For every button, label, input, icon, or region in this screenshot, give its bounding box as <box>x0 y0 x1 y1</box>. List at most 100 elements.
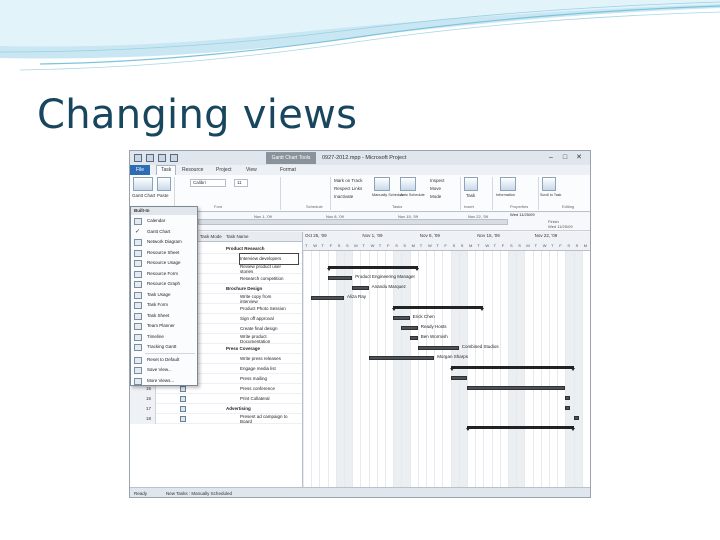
view-menu-item[interactable]: ✓ Gantt Chart <box>131 227 197 238</box>
task-name[interactable]: Research competition <box>240 274 298 284</box>
task-bar[interactable] <box>573 416 579 420</box>
redo-icon[interactable] <box>170 154 178 162</box>
mark-on-track-button[interactable]: Mark on Track <box>334 178 363 183</box>
task-bar[interactable] <box>401 326 418 330</box>
view-menu-item[interactable]: Resource Graph <box>131 279 197 290</box>
auto-schedule-button[interactable] <box>400 177 416 191</box>
table-row[interactable]: 18 Present ad campaign to Board <box>130 414 302 424</box>
scroll-to-task-button[interactable] <box>542 177 556 191</box>
summary-task-bar[interactable] <box>392 306 485 311</box>
view-menu-item[interactable]: Resource Usage <box>131 258 197 269</box>
task-name-text: Brochure Design <box>226 286 263 291</box>
task-name[interactable]: Write press releases <box>240 354 298 364</box>
task-bar[interactable] <box>417 346 459 350</box>
task-name[interactable]: Sign off approval <box>240 314 298 324</box>
information-button[interactable] <box>500 177 516 191</box>
undo-icon[interactable] <box>158 154 166 162</box>
task-name[interactable]: Engage media list <box>240 364 298 374</box>
summary-task-bar[interactable] <box>449 366 575 371</box>
summary-task-bar[interactable] <box>326 266 419 271</box>
view-menu-item[interactable]: Network Diagram <box>131 237 197 248</box>
task-bar[interactable] <box>352 286 369 290</box>
task-name[interactable]: Review product user stories <box>240 264 298 274</box>
task-mode-header[interactable]: Task Mode <box>200 232 222 242</box>
view-menu-item-label: Calendar <box>147 218 166 223</box>
task-mode-icon <box>180 386 186 392</box>
view-menu-item[interactable]: Reset to Default <box>131 355 197 366</box>
gantt-gridline <box>549 251 550 487</box>
ribbon-separator <box>330 177 331 210</box>
task-bar[interactable] <box>565 406 571 410</box>
tab-resource[interactable]: Resource <box>182 165 203 175</box>
inactivate-button[interactable]: Inactivate <box>334 194 353 199</box>
insert-task-button[interactable] <box>464 177 478 191</box>
view-menu-item[interactable]: Save View... <box>131 365 197 376</box>
view-menu-item[interactable]: More Views... <box>131 376 197 387</box>
summary-task-bar[interactable] <box>466 426 575 431</box>
gantt-gridline <box>368 251 370 487</box>
task-bar[interactable] <box>368 356 435 360</box>
task-name[interactable]: Product Research <box>226 244 298 254</box>
save-icon[interactable] <box>146 154 154 162</box>
tab-format[interactable]: Format <box>280 165 296 175</box>
task-name[interactable]: Present ad campaign to Board <box>240 414 298 424</box>
task-bar[interactable] <box>409 336 418 340</box>
view-menu-item[interactable]: Task Form <box>131 300 197 311</box>
task-name[interactable]: Press mailing <box>240 374 298 384</box>
mode-button[interactable]: Mode <box>430 194 441 199</box>
view-menu-item[interactable]: Task Sheet <box>131 311 197 322</box>
respect-links-button[interactable]: Respect Links <box>334 186 362 191</box>
tab-file[interactable]: File <box>130 165 150 175</box>
gantt-gridline <box>344 251 345 487</box>
tab-task[interactable]: Task <box>156 165 177 175</box>
task-name[interactable]: Brochure Design <box>226 284 298 294</box>
task-name[interactable]: Press Coverage <box>226 344 298 354</box>
gantt-day-label: S <box>403 243 407 248</box>
view-menu-item[interactable]: Calendar <box>131 216 197 227</box>
task-name[interactable]: Print Collateral <box>240 394 298 404</box>
table-row[interactable]: 16 Print Collateral <box>130 394 302 404</box>
task-bar[interactable] <box>311 296 344 300</box>
gantt-day-label: S <box>567 243 571 248</box>
task-name[interactable]: Write copy from interview <box>240 294 298 304</box>
view-menu-item[interactable]: Resource Sheet <box>131 248 197 259</box>
task-name[interactable]: Write product Documentation <box>240 334 298 344</box>
manually-schedule-button[interactable] <box>374 177 390 191</box>
task-bar[interactable] <box>565 396 571 400</box>
paste-button[interactable] <box>157 177 171 191</box>
view-menu-item[interactable]: Resource Form <box>131 269 197 280</box>
view-menu-item[interactable]: Tracking Gantt <box>131 342 197 353</box>
task-name[interactable]: Advertising <box>226 404 298 414</box>
task-name[interactable]: Create final design <box>240 324 298 334</box>
gantt-chart-view-button[interactable] <box>133 177 153 191</box>
task-name[interactable]: Product Photo Session <box>240 304 298 314</box>
inspect-button[interactable]: Inspect <box>430 178 445 183</box>
task-bar[interactable] <box>327 276 353 280</box>
task-name-text: Sign off approval <box>240 316 274 321</box>
timeline-pane[interactable]: Nov 1, '09 Nov 8, '09 Nov 15, '09 Nov 22… <box>198 212 590 231</box>
view-menu-item[interactable]: Task Usage <box>131 290 197 301</box>
table-row[interactable]: 17 Advertising <box>130 404 302 414</box>
gantt-chart-tools-tab[interactable]: Gantt Chart Tools <box>266 152 316 164</box>
view-icon <box>134 260 142 267</box>
task-name-header[interactable]: Task Name <box>226 232 249 242</box>
tab-view[interactable]: View <box>246 165 257 175</box>
status-new-tasks[interactable]: New Tasks : Manually Scheduled <box>166 488 232 497</box>
gantt-chart[interactable]: Oct 25, '09 Nov 1, '09 Nov 8, '09 Nov 15, '… <box>302 232 590 487</box>
view-menu-item[interactable]: Team Planner <box>131 321 197 332</box>
task-name[interactable]: Press conference <box>240 384 298 394</box>
close-icon[interactable]: ✕ <box>574 153 584 162</box>
minimize-icon[interactable]: – <box>546 153 556 162</box>
font-name-field[interactable]: Calibri <box>190 179 226 187</box>
task-name[interactable]: Interview developers <box>239 253 299 265</box>
font-size-field[interactable]: 11 <box>234 179 248 187</box>
task-bar[interactable] <box>393 316 410 320</box>
information-label: Information <box>496 193 515 197</box>
view-menu-item[interactable]: Timeline <box>131 332 197 343</box>
task-bar[interactable] <box>467 386 566 390</box>
tab-project[interactable]: Project <box>216 165 232 175</box>
gantt-gridline <box>491 251 493 487</box>
maximize-icon[interactable]: □ <box>560 153 570 162</box>
move-button[interactable]: Move <box>430 186 441 191</box>
task-bar[interactable] <box>450 376 467 380</box>
